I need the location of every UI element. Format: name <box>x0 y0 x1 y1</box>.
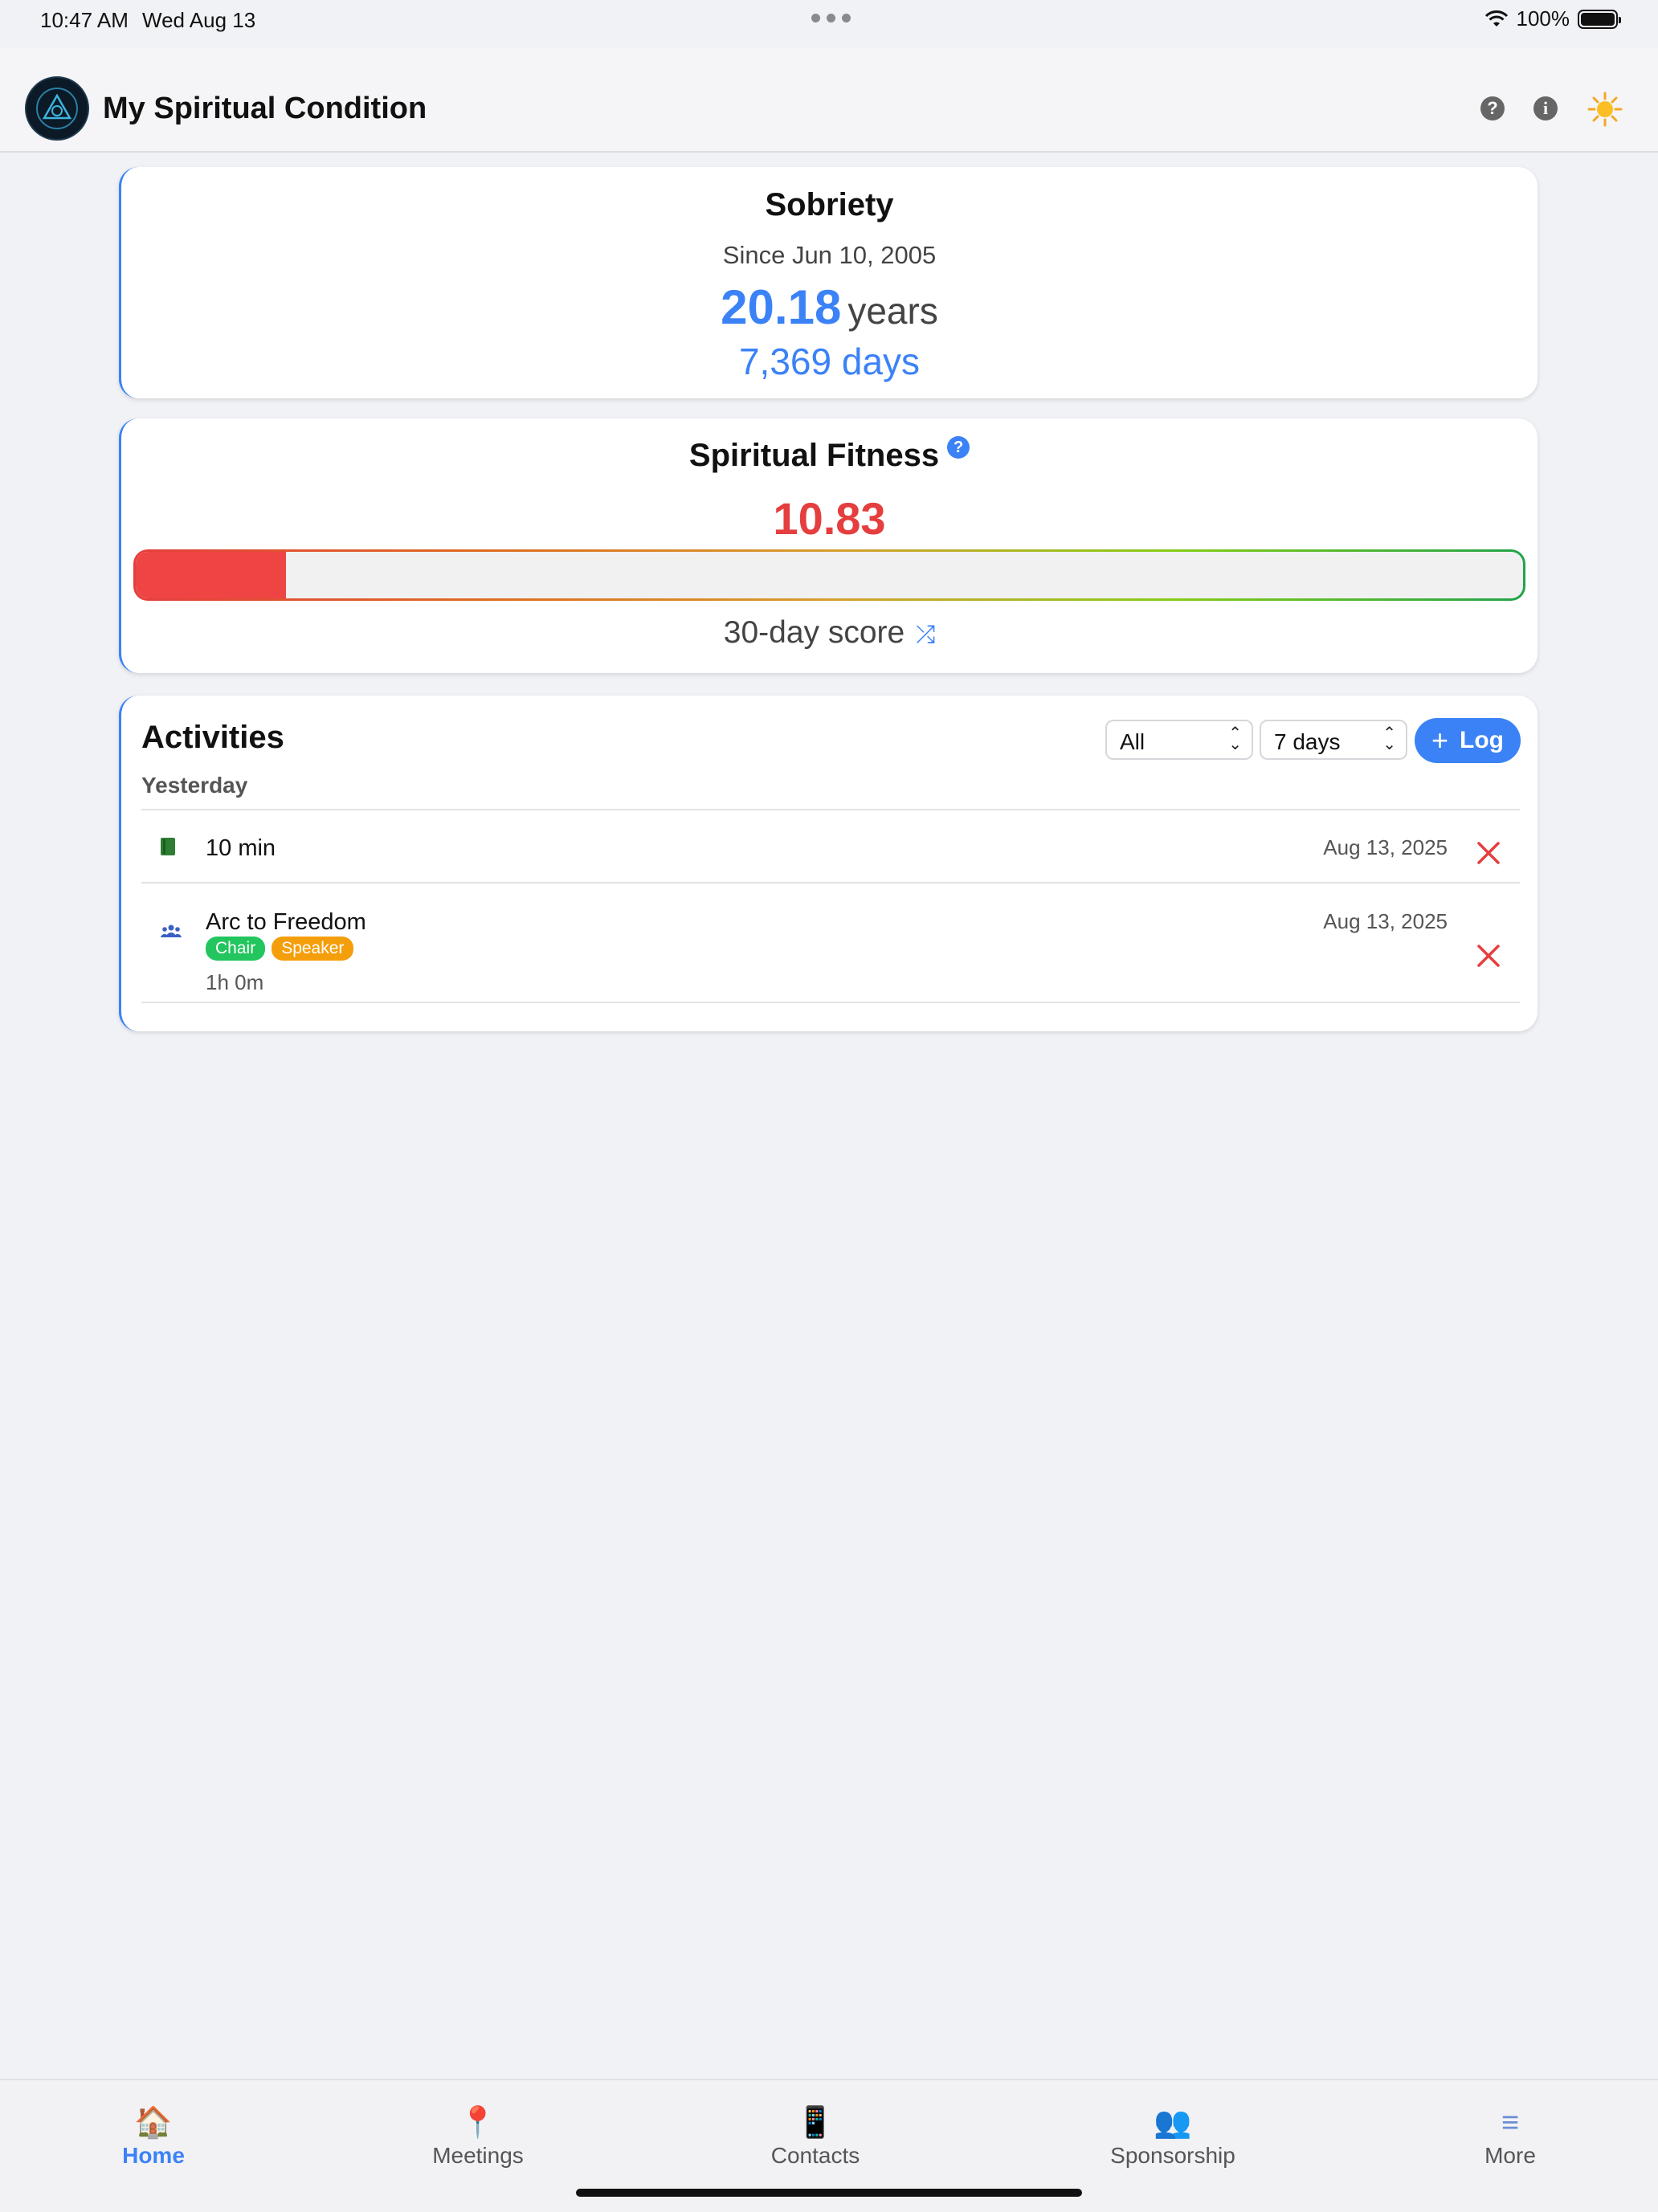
app-logo[interactable] <box>25 76 89 141</box>
plus-icon: + <box>1431 724 1449 757</box>
menu-icon: ≡ <box>1501 2106 1520 2140</box>
activity-range-value: 7 days <box>1274 729 1341 754</box>
sobriety-years-value: 20.18 <box>721 280 842 334</box>
house-icon: 🏠 <box>134 2106 173 2140</box>
fitness-title: Spiritual Fitness <box>688 438 940 473</box>
battery-percent: 100% <box>1516 6 1570 31</box>
activities-title: Activities <box>141 720 284 755</box>
activity-type-select[interactable]: All ⌃ ⌄ <box>1105 720 1253 760</box>
people-icon: 👥 <box>1154 2106 1192 2140</box>
battery-icon <box>1578 9 1621 29</box>
app-header: My Spiritual Condition ? i <box>0 48 1658 153</box>
sobriety-since: Since Jun 10, 2005 <box>722 241 937 269</box>
activity-group-label: Yesterday <box>141 773 248 798</box>
shuffle-icon[interactable]: ⤮ <box>916 622 935 648</box>
wifi-icon <box>1484 10 1508 27</box>
pin-icon: 📍 <box>459 2106 497 2140</box>
people-icon <box>161 924 182 937</box>
tab-label: Home <box>122 2143 185 2168</box>
log-button-label: Log <box>1460 727 1504 753</box>
status-date: Wed Aug 13 <box>142 8 256 32</box>
sun-icon[interactable] <box>1587 92 1623 127</box>
fitness-caption: 30-day score <box>723 615 905 650</box>
fitness-progress-fill <box>136 552 287 598</box>
log-activity-button[interactable]: + Log <box>1415 718 1521 763</box>
divider <box>141 1002 1520 1003</box>
sobriety-days: 7,369 days <box>738 341 921 382</box>
info-icon[interactable]: i <box>1533 96 1558 120</box>
tab-label: More <box>1484 2143 1536 2168</box>
sobriety-years-unit: years <box>847 290 938 332</box>
activity-type-value: All <box>1120 729 1145 754</box>
tab-label: Meetings <box>432 2143 524 2168</box>
phone-icon: 📱 <box>796 2106 835 2140</box>
fitness-help-icon[interactable]: ? <box>947 436 970 459</box>
triangle-logo-icon <box>36 88 78 129</box>
status-bar: 10:47 AM Wed Aug 13 100% <box>0 0 1658 48</box>
tag-speaker: Speaker <box>272 937 354 961</box>
fitness-title-row: Spiritual Fitness? <box>121 436 1538 474</box>
sobriety-years: 20.18 years <box>121 280 1538 335</box>
sobriety-title: Sobriety <box>765 187 894 222</box>
select-chevron-icon: ⌃ ⌄ <box>1382 724 1396 753</box>
activity-duration: 1h 0m <box>206 970 264 994</box>
book-icon <box>161 838 175 855</box>
tab-sponsorship[interactable]: 👥 Sponsorship <box>1101 2104 1245 2169</box>
activity-date: Aug 13, 2025 <box>1323 909 1448 933</box>
select-chevron-icon: ⌃ ⌄ <box>1228 724 1242 753</box>
sobriety-card[interactable]: Sobriety Since Jun 10, 2005 20.18 years 7… <box>119 167 1538 398</box>
tab-home[interactable]: 🏠 Home <box>104 2104 202 2169</box>
tab-label: Contacts <box>770 2143 860 2168</box>
tab-more[interactable]: ≡ More <box>1470 2104 1550 2169</box>
fitness-card: Spiritual Fitness? 10.83 30-day score ⤮ <box>119 418 1538 673</box>
activity-tags: Chair Speaker <box>206 937 354 961</box>
help-icon[interactable]: ? <box>1480 96 1505 120</box>
multitasking-dots-icon[interactable] <box>811 14 851 22</box>
tab-contacts[interactable]: 📱 Contacts <box>755 2104 876 2169</box>
fitness-score: 10.83 <box>773 493 886 544</box>
activity-name: Arc to Freedom <box>206 909 366 935</box>
app-title: My Spiritual Condition <box>103 92 427 125</box>
tab-label: Sponsorship <box>1110 2143 1235 2168</box>
delete-activity-close-icon[interactable] <box>1472 940 1505 972</box>
delete-activity-close-icon[interactable] <box>1472 837 1505 869</box>
divider <box>141 809 1520 810</box>
activity-date: Aug 13, 2025 <box>1323 835 1448 859</box>
activity-range-select[interactable]: 7 days ⌃ ⌄ <box>1260 720 1407 760</box>
fitness-caption-row[interactable]: 30-day score ⤮ <box>121 615 1538 651</box>
tag-chair: Chair <box>206 937 266 961</box>
status-right: 100% <box>1484 6 1621 31</box>
home-indicator[interactable] <box>576 2189 1082 2197</box>
tab-meetings[interactable]: 📍 Meetings <box>418 2104 538 2169</box>
fitness-progress-bar <box>133 549 1525 601</box>
status-time: 10:47 AM <box>40 8 129 32</box>
divider <box>141 882 1520 884</box>
activities-card: Activities All ⌃ ⌄ 7 days ⌃ ⌄ + Log Yester… <box>119 696 1538 1031</box>
activity-name: 10 min <box>206 835 276 861</box>
